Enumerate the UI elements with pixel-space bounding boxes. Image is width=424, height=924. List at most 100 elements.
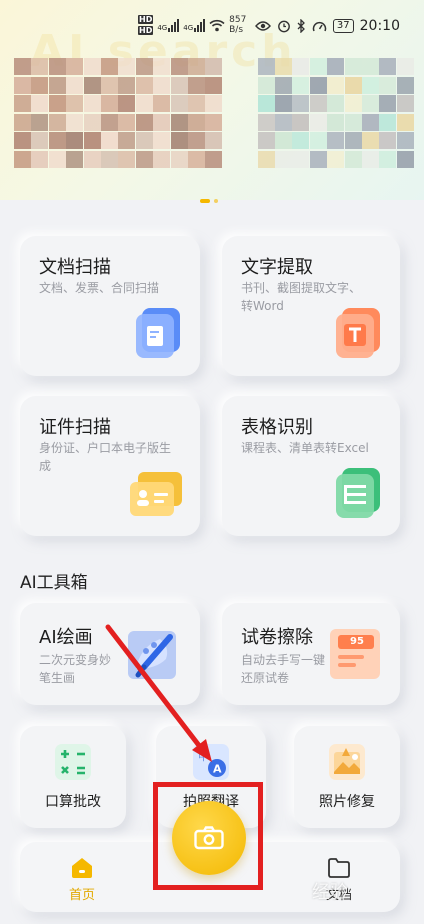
- mosaic-pixel: [257, 76, 275, 94]
- mosaic-pixel: [31, 132, 49, 150]
- mosaic-pixel: [344, 58, 362, 75]
- mosaic-pixel: [31, 76, 49, 94]
- mosaic-pixel: [135, 132, 153, 150]
- mosaic-pixel: [275, 151, 292, 168]
- tool-photo-repair[interactable]: 照片修复: [294, 726, 400, 828]
- mosaic-pixel: [31, 58, 49, 75]
- mosaic-pixel: [257, 113, 275, 131]
- mosaic-pixel: [188, 95, 205, 113]
- card-table-recognition[interactable]: 表格识别 课程表、清单表转Excel: [222, 396, 400, 536]
- mosaic-pixel: [309, 76, 327, 94]
- mosaic-pixel: [205, 58, 223, 75]
- page-dot-active: [200, 199, 210, 203]
- mosaic-pixel: [205, 132, 223, 150]
- mosaic-pixel: [292, 76, 310, 94]
- battery-icon: 37: [332, 19, 354, 33]
- mosaic-pixel: [14, 76, 31, 94]
- mosaic-pixel: [66, 132, 84, 150]
- mosaic-pixel: [379, 132, 397, 150]
- mosaic-pixel: [344, 113, 362, 131]
- tool-label: 口算批改: [45, 794, 101, 810]
- eye-icon: [254, 21, 271, 31]
- page-dot: [214, 199, 218, 203]
- section-title-ai-toolbox: AI工具箱: [20, 573, 88, 593]
- blue-document-icon: [136, 308, 180, 358]
- mosaic-pixel: [275, 113, 292, 131]
- mosaic-pixel: [170, 76, 188, 94]
- mosaic-pixel: [205, 113, 223, 131]
- mosaic-pixel: [396, 58, 414, 75]
- mosaic-pixel: [153, 151, 171, 168]
- mosaic-pixel: [83, 95, 101, 113]
- mosaic-pixel: [66, 58, 84, 75]
- mosaic-pixel: [66, 95, 84, 113]
- mosaic-pixel: [327, 95, 345, 113]
- card-title: AI绘画: [39, 627, 93, 648]
- mosaic-pixel: [135, 76, 153, 94]
- green-table-icon: [336, 468, 380, 518]
- card-paper-erase[interactable]: 试卷擦除 自动去手写一键还原试卷 95: [222, 603, 400, 705]
- mosaic-pixel: [48, 151, 66, 168]
- mosaic-pixel: [153, 95, 171, 113]
- mosaic-pixel: [188, 151, 205, 168]
- mosaic-pixel: [118, 113, 136, 131]
- card-title: 试卷擦除: [241, 627, 313, 648]
- mosaic-pixel: [362, 95, 379, 113]
- mosaic-pixel: [292, 151, 310, 168]
- svg-text:中: 中: [198, 750, 209, 763]
- mosaic-pixel: [309, 95, 327, 113]
- mosaic-pixel: [362, 113, 379, 131]
- card-desc: 自动去手写一键还原试卷: [241, 653, 326, 685]
- mosaic-pixel: [101, 95, 118, 113]
- mosaic-pixel: [66, 151, 84, 168]
- mosaic-pixel: [205, 151, 223, 168]
- hd-badge-2: HD: [138, 26, 154, 35]
- translate-icon: 中 A: [193, 744, 229, 780]
- nav-home[interactable]: 首页: [58, 856, 106, 903]
- card-document-scan[interactable]: 文档扫描 文档、发票、合同扫描: [20, 236, 200, 376]
- wifi-icon: [209, 19, 225, 31]
- mosaic-pixel: [327, 151, 345, 168]
- card-title: 表格识别: [241, 417, 313, 438]
- banner-image-pixelated: [14, 58, 414, 170]
- mosaic-pixel: [396, 113, 414, 131]
- card-text-extract[interactable]: 文字提取 书刊、截图提取文字、转Word: [222, 236, 400, 376]
- mosaic-pixel: [362, 58, 379, 75]
- svg-text:A: A: [213, 763, 222, 776]
- speedometer-icon: [312, 21, 327, 31]
- mosaic-pixel: [292, 95, 310, 113]
- mosaic-pixel: [205, 76, 223, 94]
- mosaic-pixel: [31, 113, 49, 131]
- card-title: 证件扫描: [39, 417, 111, 438]
- mosaic-pixel: [257, 95, 275, 113]
- card-ai-drawing[interactable]: AI绘画 二次元变身妙笔生画: [20, 603, 200, 705]
- card-title: 文档扫描: [39, 257, 111, 278]
- mosaic-pixel: [135, 151, 153, 168]
- mosaic-pixel: [31, 95, 49, 113]
- mosaic-pixel: [362, 151, 379, 168]
- mosaic-pixel: [309, 113, 327, 131]
- status-right: 37 20:10: [254, 18, 400, 34]
- mosaic-pixel: [292, 113, 310, 131]
- banner-page-indicator: [200, 199, 218, 203]
- mosaic-pixel: [118, 58, 136, 75]
- orange-text-icon: [336, 308, 380, 358]
- mosaic-pixel: [257, 58, 275, 75]
- card-id-scan[interactable]: 证件扫描 身份证、户口本电子版生成: [20, 396, 200, 536]
- signal-icon-1: [168, 18, 180, 32]
- mosaic-pixel: [327, 113, 345, 131]
- status-left: HD HD 4G 4G 857 B/s: [138, 15, 246, 35]
- mosaic-pixel: [396, 151, 414, 168]
- network-type-2: 4G: [183, 24, 194, 32]
- mosaic-pixel: [344, 132, 362, 150]
- card-desc: 文档、发票、合同扫描: [39, 281, 160, 295]
- mosaic-pixel: [48, 76, 66, 94]
- mosaic-pixel: [153, 113, 171, 131]
- tool-calc-check[interactable]: 口算批改: [20, 726, 126, 828]
- mosaic-pixel: [309, 151, 327, 168]
- mosaic-pixel: [153, 132, 171, 150]
- network-type-1: 4G: [157, 24, 168, 32]
- mosaic-pixel: [83, 151, 101, 168]
- mosaic-pixel: [396, 76, 414, 94]
- folder-icon: [328, 858, 350, 878]
